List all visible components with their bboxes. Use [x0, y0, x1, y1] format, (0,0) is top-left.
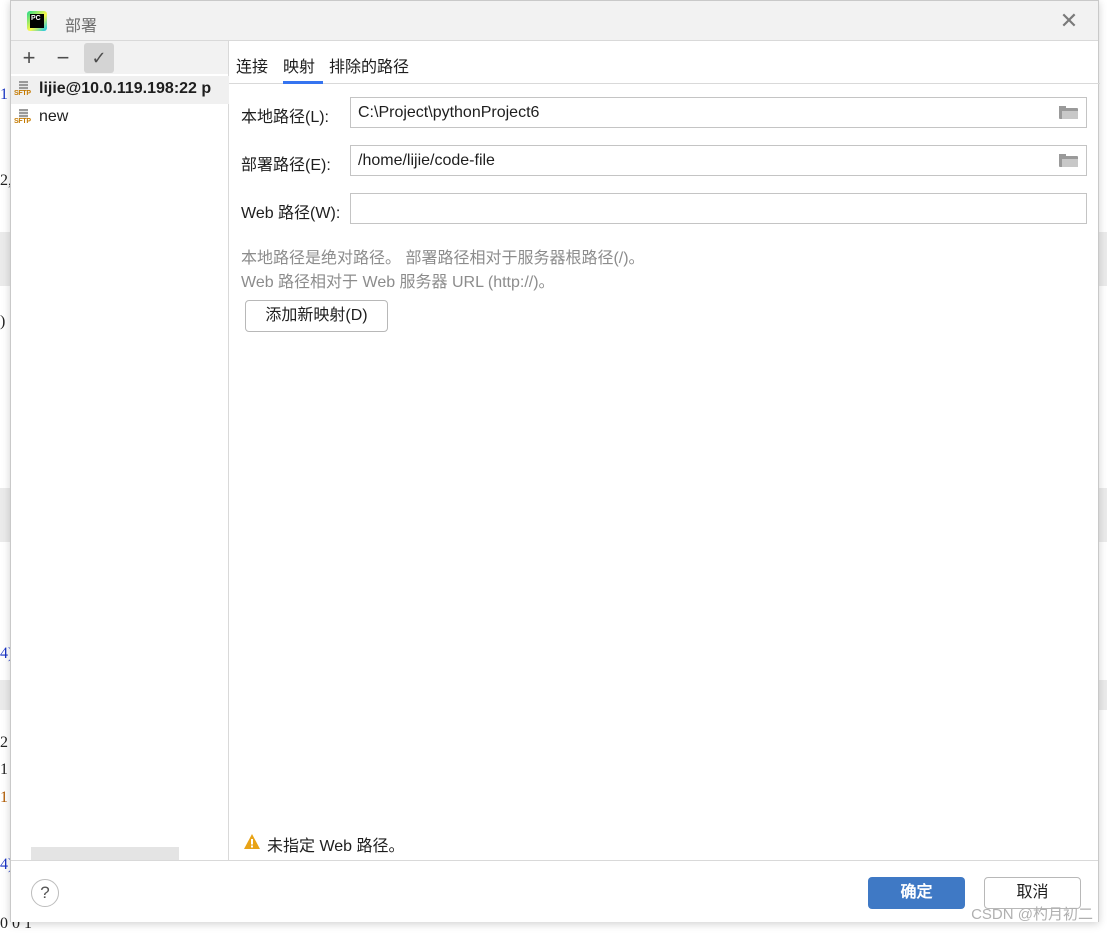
sftp-label: SFTP — [14, 118, 31, 125]
background-text: 1 — [0, 86, 8, 103]
folder-icon[interactable] — [1059, 154, 1078, 167]
server-item-new[interactable]: SFTP new — [11, 104, 229, 132]
mapping-hint-line1: 本地路径是绝对路径。 部署路径相对于服务器根路径(/)。 — [241, 250, 645, 267]
background-text: 1 — [0, 789, 8, 806]
server-list-toolbar: + − ✓ — [11, 41, 228, 74]
web-path-label: Web 路径(W): — [241, 205, 341, 222]
add-new-mapping-button[interactable]: 添加新映射(D) — [245, 300, 388, 332]
folder-icon[interactable] — [1059, 106, 1078, 119]
deploy-path-field[interactable]: /home/lijie/code-file — [350, 145, 1087, 176]
horizontal-scrollbar[interactable] — [31, 847, 179, 860]
active-tab-indicator — [283, 81, 323, 84]
tab-connection[interactable]: 连接 — [236, 53, 268, 77]
dialog-title: 部署 — [65, 18, 98, 35]
app-icon-text: PC — [30, 14, 44, 28]
sftp-label: SFTP — [14, 90, 31, 97]
server-name: new — [39, 108, 69, 125]
deployment-dialog: PC 部署 ✕ + − ✓ SFTP lijie@10.0.119.198:22… — [10, 0, 1100, 922]
tab-excluded-paths[interactable]: 排除的路径 — [329, 53, 409, 77]
dialog-footer: ? 确定 取消 — [11, 860, 1098, 922]
sftp-server-icon: SFTP — [14, 81, 34, 99]
close-icon[interactable]: ✕ — [1058, 10, 1080, 32]
title-bar: PC 部署 ✕ — [11, 1, 1098, 41]
background-text: 1 — [0, 761, 8, 778]
server-item-lijie[interactable]: SFTP lijie@10.0.119.198:22 p — [11, 76, 229, 104]
tab-mappings[interactable]: 映射 — [283, 53, 315, 77]
pycharm-icon: PC — [27, 11, 47, 31]
server-name: lijie@10.0.119.198:22 p — [39, 80, 212, 97]
deploy-path-value: /home/lijie/code-file — [358, 152, 495, 169]
remove-server-button[interactable]: − — [48, 43, 78, 73]
ok-button[interactable]: 确定 — [868, 877, 965, 909]
help-button[interactable]: ? — [31, 879, 59, 907]
warning-icon — [244, 834, 260, 849]
local-path-label: 本地路径(L): — [241, 109, 330, 126]
set-default-server-button[interactable]: ✓ — [84, 43, 114, 73]
deploy-path-label: 部署路径(E): — [241, 157, 331, 174]
local-path-field[interactable]: C:\Project\pythonProject6 — [350, 97, 1087, 128]
background-text: ) — [0, 313, 6, 330]
web-path-field[interactable] — [350, 193, 1087, 224]
csdn-watermark: CSDN @杓月初二 — [971, 906, 1093, 923]
mapping-hint-line2: Web 路径相对于 Web 服务器 URL (http://)。 — [241, 274, 555, 291]
local-path-value: C:\Project\pythonProject6 — [358, 104, 540, 121]
server-list-pane: + − ✓ SFTP lijie@10.0.119.198:22 p SFTP … — [11, 41, 229, 860]
sftp-server-icon: SFTP — [14, 109, 34, 127]
tab-bar: 连接 映射 排除的路径 — [229, 41, 1100, 84]
background-text: 2 — [0, 734, 8, 751]
warning-text: 未指定 Web 路径。 — [267, 838, 405, 855]
add-server-button[interactable]: + — [14, 43, 44, 73]
